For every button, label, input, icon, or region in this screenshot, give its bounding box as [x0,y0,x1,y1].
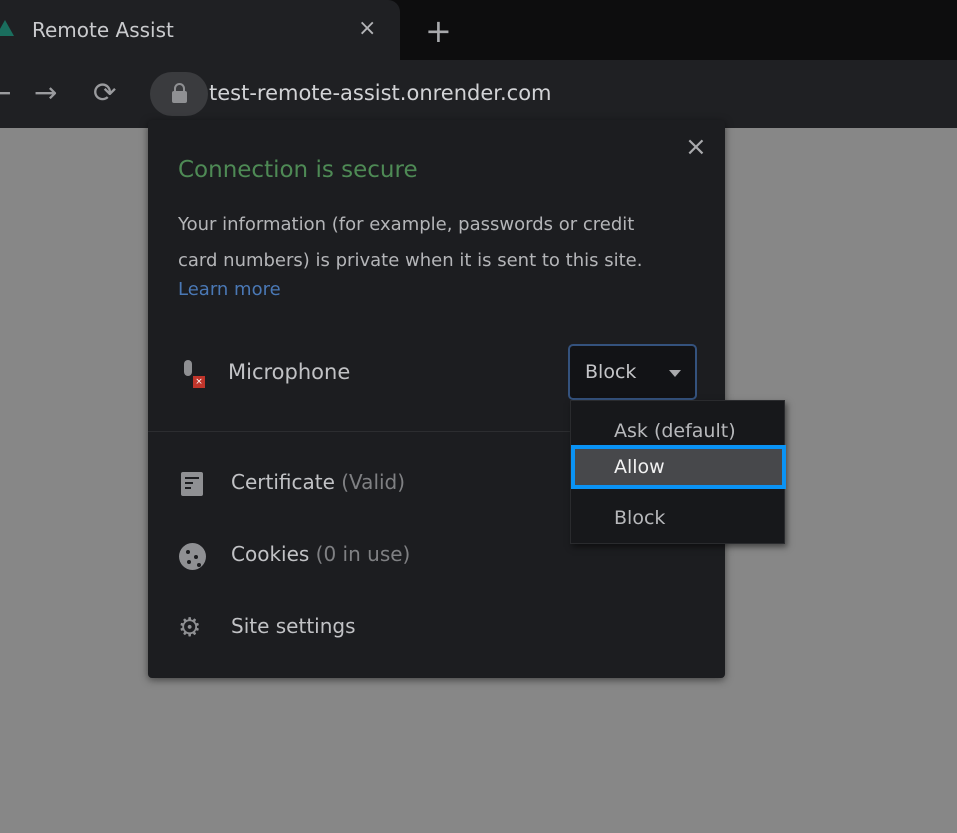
tab-strip: Remote Assist × + [0,0,957,62]
gear-icon: ⚙ [178,613,202,643]
site-settings-label: Site settings [231,614,356,638]
microphone-blocked-icon: × [181,360,205,388]
toolbar: ← → ⟳ test-remote-assist.onrender.com [0,60,957,128]
cookies-count: (0 in use) [315,542,411,566]
reload-button[interactable]: ⟳ [93,76,116,109]
tab-close-icon[interactable]: × [358,16,376,41]
tab-title: Remote Assist [32,18,174,42]
select-value: Block [585,361,637,383]
back-button[interactable]: ← [0,76,11,109]
connection-status-title: Connection is secure [178,157,418,183]
forward-button[interactable]: → [34,76,57,109]
close-icon[interactable]: × [685,132,707,162]
option-allow[interactable]: Allow [571,445,786,489]
app-triangle-icon [0,20,14,36]
site-info-button[interactable] [150,72,208,116]
url-text[interactable]: test-remote-assist.onrender.com [209,81,552,105]
microphone-permission-select[interactable]: Block [568,344,697,400]
connection-description: Your information (for example, passwords… [178,214,643,271]
option-block[interactable]: Block [571,496,786,540]
permission-dropdown-menu: Ask (default) Allow Block [570,400,786,544]
cookie-icon [178,542,206,570]
tab-remote-assist[interactable]: Remote Assist × [0,0,400,62]
learn-more-link[interactable]: Learn more [178,279,281,300]
microphone-label: Microphone [228,360,351,384]
certificate-label: Certificate [231,470,335,494]
cookies-label: Cookies [231,542,310,566]
certificate-status: (Valid) [341,470,406,494]
new-tab-button[interactable]: + [425,12,452,50]
certificate-icon [178,470,206,498]
site-info-popup: × Connection is secure Your information … [148,120,725,678]
chevron-down-icon [669,370,681,377]
